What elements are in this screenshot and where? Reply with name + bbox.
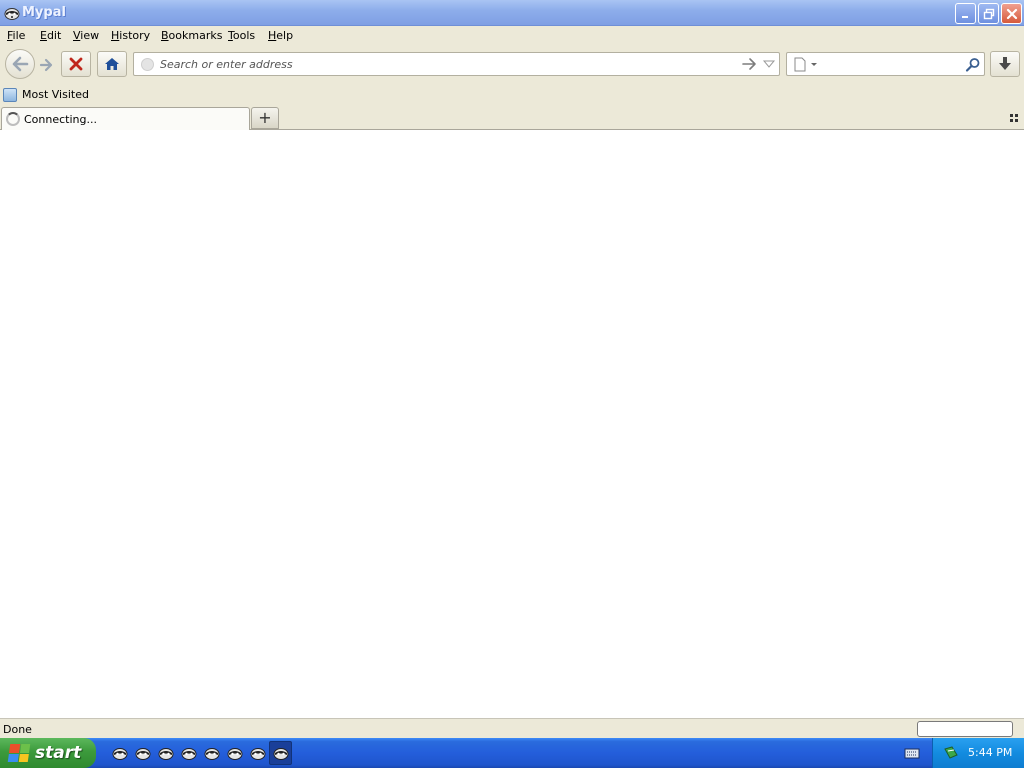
menu-file[interactable]: File bbox=[7, 29, 25, 42]
forward-arrow-icon bbox=[39, 58, 53, 72]
menu-edit[interactable]: Edit bbox=[40, 29, 61, 42]
search-bar[interactable] bbox=[786, 52, 985, 76]
taskbar-app-button[interactable] bbox=[246, 741, 269, 765]
menu-tools[interactable]: Tools bbox=[228, 29, 255, 42]
tab-label: Connecting... bbox=[24, 113, 97, 126]
taskbar-app-button[interactable] bbox=[108, 741, 131, 765]
taskbar-app-button[interactable] bbox=[223, 741, 246, 765]
keyboard-icon[interactable] bbox=[904, 746, 920, 760]
stop-button[interactable] bbox=[61, 51, 91, 77]
tab-strip: Connecting... + bbox=[0, 105, 1024, 131]
menu-edit-accel: E bbox=[40, 29, 47, 42]
search-engine-selector-icon[interactable] bbox=[793, 57, 819, 72]
folder-icon bbox=[3, 87, 17, 102]
mypal-app-icon bbox=[181, 748, 196, 760]
restore-button[interactable] bbox=[978, 3, 999, 24]
windows-logo-icon bbox=[7, 744, 31, 762]
mypal-app-icon bbox=[227, 748, 242, 760]
taskbar: start 5:44 PM bbox=[0, 738, 1024, 768]
menu-bookmarks-accel: B bbox=[161, 29, 169, 42]
minimize-icon bbox=[961, 15, 968, 18]
network-icon[interactable] bbox=[943, 745, 959, 761]
bookmark-label: Most Visited bbox=[22, 88, 89, 101]
mypal-app-icon bbox=[204, 748, 219, 760]
address-bar[interactable] bbox=[133, 52, 780, 76]
mypal-app-icon bbox=[135, 748, 150, 760]
bookmarks-toolbar: Most Visited bbox=[0, 84, 1024, 105]
site-identity-icon[interactable] bbox=[141, 58, 154, 71]
tab-connecting[interactable]: Connecting... bbox=[1, 107, 250, 131]
menu-bookmarks[interactable]: Bookmarks bbox=[161, 29, 222, 42]
restore-icon bbox=[983, 8, 994, 19]
menu-history[interactable]: History bbox=[111, 29, 150, 42]
start-button[interactable]: start bbox=[0, 738, 96, 768]
menu-edit-label: dit bbox=[46, 29, 62, 42]
go-arrow-icon[interactable] bbox=[741, 56, 757, 72]
mypal-app-icon bbox=[4, 8, 20, 20]
new-tab-button[interactable]: + bbox=[251, 107, 279, 129]
taskbar-app-button[interactable] bbox=[177, 741, 200, 765]
bookmark-most-visited[interactable]: Most Visited bbox=[3, 86, 89, 103]
clock[interactable]: 5:44 PM bbox=[968, 746, 1012, 759]
menu-view-label: iew bbox=[80, 29, 100, 42]
menu-history-label: istory bbox=[119, 29, 151, 42]
forward-button[interactable] bbox=[35, 54, 57, 76]
menu-bookmarks-label: ookmarks bbox=[168, 29, 223, 42]
mypal-app-icon bbox=[112, 748, 127, 760]
back-arrow-icon bbox=[12, 56, 29, 72]
close-icon bbox=[1006, 8, 1017, 19]
mypal-app-icon bbox=[273, 748, 288, 760]
mypal-app-icon bbox=[158, 748, 173, 760]
search-input[interactable] bbox=[821, 56, 961, 72]
status-bar: Done bbox=[0, 718, 1024, 738]
page-content[interactable] bbox=[0, 130, 1024, 718]
menu-help-label: elp bbox=[276, 29, 294, 42]
minimize-button[interactable] bbox=[955, 3, 976, 24]
stop-x-icon bbox=[69, 57, 83, 71]
menu-help[interactable]: Help bbox=[268, 29, 293, 42]
window-title: Mypal bbox=[22, 5, 66, 20]
taskbar-app-button[interactable] bbox=[200, 741, 223, 765]
start-label: start bbox=[35, 743, 82, 763]
taskbar-app-button[interactable] bbox=[269, 741, 292, 765]
menu-bar: File Edit View History Bookmarks Tools H… bbox=[0, 26, 1024, 46]
magnifier-icon[interactable] bbox=[965, 57, 981, 73]
back-button[interactable] bbox=[5, 49, 35, 79]
menu-view[interactable]: View bbox=[73, 29, 99, 42]
list-all-tabs-icon[interactable] bbox=[1009, 113, 1019, 123]
home-button[interactable] bbox=[97, 51, 127, 77]
taskbar-app-button[interactable] bbox=[154, 741, 177, 765]
downloads-button[interactable] bbox=[990, 51, 1020, 77]
loading-throbber-icon bbox=[6, 112, 20, 126]
menu-tools-label: ools bbox=[232, 29, 256, 42]
download-arrow-icon bbox=[999, 57, 1011, 70]
history-dropdown-icon[interactable] bbox=[762, 56, 776, 72]
navigation-toolbar bbox=[0, 46, 1024, 84]
mypal-app-icon bbox=[250, 748, 265, 760]
address-input[interactable] bbox=[160, 56, 730, 72]
close-button[interactable] bbox=[1001, 3, 1022, 24]
menu-file-label: ile bbox=[12, 29, 26, 42]
home-icon bbox=[105, 58, 119, 70]
taskbar-app-button[interactable] bbox=[131, 741, 154, 765]
progress-bar bbox=[917, 721, 1013, 737]
status-text: Done bbox=[3, 723, 32, 736]
system-tray: 5:44 PM bbox=[932, 738, 1024, 768]
title-bar: Mypal bbox=[0, 0, 1024, 26]
quick-launch bbox=[108, 741, 292, 765]
